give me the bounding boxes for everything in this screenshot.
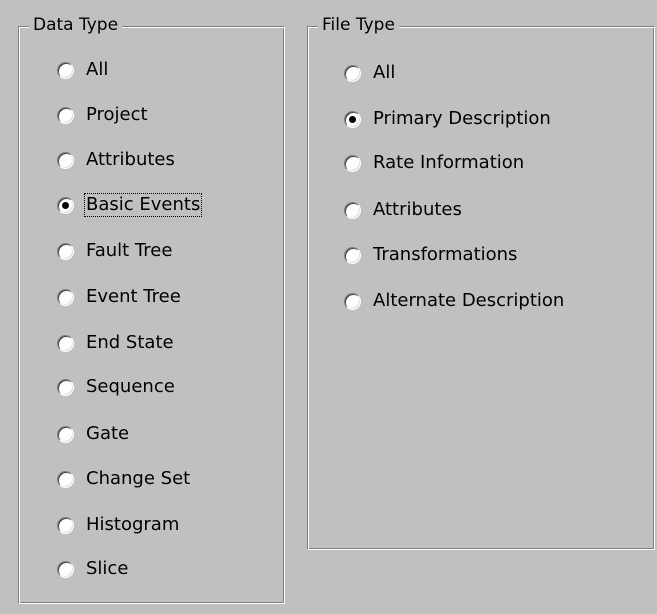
data-type-option-label: All — [86, 59, 109, 80]
file-type-option-label: All — [373, 62, 396, 83]
data-type-option-gate[interactable]: Gate — [57, 421, 130, 447]
radio-button-icon[interactable] — [344, 201, 361, 219]
file-type-option-label: Primary Description — [373, 108, 551, 129]
data-type-option-project[interactable]: Project — [57, 102, 149, 128]
radio-button-icon[interactable] — [344, 292, 361, 310]
radio-button-icon[interactable] — [57, 334, 74, 352]
radio-button-icon[interactable] — [57, 106, 74, 124]
radio-button-icon[interactable] — [57, 196, 74, 214]
data-type-option-label: End State — [86, 332, 174, 353]
file-type-option-primary-description[interactable]: Primary Description — [344, 106, 552, 132]
radio-button-icon[interactable] — [344, 64, 361, 82]
data-type-option-label: Histogram — [86, 514, 180, 535]
data-type-option-change-set[interactable]: Change Set — [57, 466, 191, 492]
data-type-option-basic-events[interactable]: Basic Events — [57, 192, 203, 218]
radio-button-icon[interactable] — [344, 154, 361, 172]
file-type-option-label: Transformations — [373, 244, 518, 265]
file-type-option-transformations[interactable]: Transformations — [344, 242, 518, 268]
radio-button-icon[interactable] — [57, 560, 74, 578]
radio-button-icon[interactable] — [57, 516, 74, 534]
file-type-option-alternate-description[interactable]: Alternate Description — [344, 288, 565, 314]
file-type-group-title: File Type — [318, 13, 399, 37]
data-type-option-label: Sequence — [86, 376, 175, 397]
radio-button-icon[interactable] — [344, 246, 361, 264]
radio-button-icon[interactable] — [344, 110, 361, 128]
data-type-option-label: Slice — [86, 558, 129, 579]
data-type-option-end-state[interactable]: End State — [57, 330, 175, 356]
radio-button-icon[interactable] — [57, 378, 74, 396]
file-type-option-all[interactable]: All — [344, 60, 396, 86]
data-type-option-attributes[interactable]: Attributes — [57, 147, 176, 173]
data-type-group-title: Data Type — [29, 13, 123, 37]
file-type-option-rate-information[interactable]: Rate Information — [344, 150, 525, 176]
file-type-option-label: Rate Information — [373, 152, 525, 173]
radio-button-icon[interactable] — [57, 288, 74, 306]
data-type-option-sequence[interactable]: Sequence — [57, 374, 176, 400]
data-type-option-all[interactable]: All — [57, 57, 109, 83]
data-type-option-histogram[interactable]: Histogram — [57, 512, 180, 538]
data-type-option-label: Fault Tree — [86, 240, 173, 261]
data-type-option-fault-tree[interactable]: Fault Tree — [57, 238, 173, 264]
radio-button-icon[interactable] — [57, 242, 74, 260]
radio-button-icon[interactable] — [57, 425, 74, 443]
data-type-option-label: Project — [86, 104, 148, 125]
data-type-option-label: Attributes — [86, 149, 175, 170]
file-type-option-label: Attributes — [373, 199, 462, 220]
file-type-option-label: Alternate Description — [373, 290, 565, 311]
radio-button-icon[interactable] — [57, 61, 74, 79]
dialog-panel: Data Type All Project Attributes Basic E… — [0, 0, 657, 614]
data-type-option-label: Gate — [86, 423, 130, 444]
radio-button-icon[interactable] — [57, 470, 74, 488]
data-type-option-event-tree[interactable]: Event Tree — [57, 284, 182, 310]
data-type-group: Data Type All Project Attributes Basic E… — [18, 13, 285, 604]
data-type-option-slice[interactable]: Slice — [57, 556, 129, 582]
file-type-group: File Type All Primary Description Rate I… — [307, 13, 655, 550]
radio-button-icon[interactable] — [57, 151, 74, 169]
data-type-option-label: Change Set — [86, 468, 191, 489]
file-type-option-attributes[interactable]: Attributes — [344, 197, 463, 223]
data-type-option-label: Event Tree — [86, 286, 181, 307]
data-type-option-label: Basic Events — [83, 193, 203, 217]
